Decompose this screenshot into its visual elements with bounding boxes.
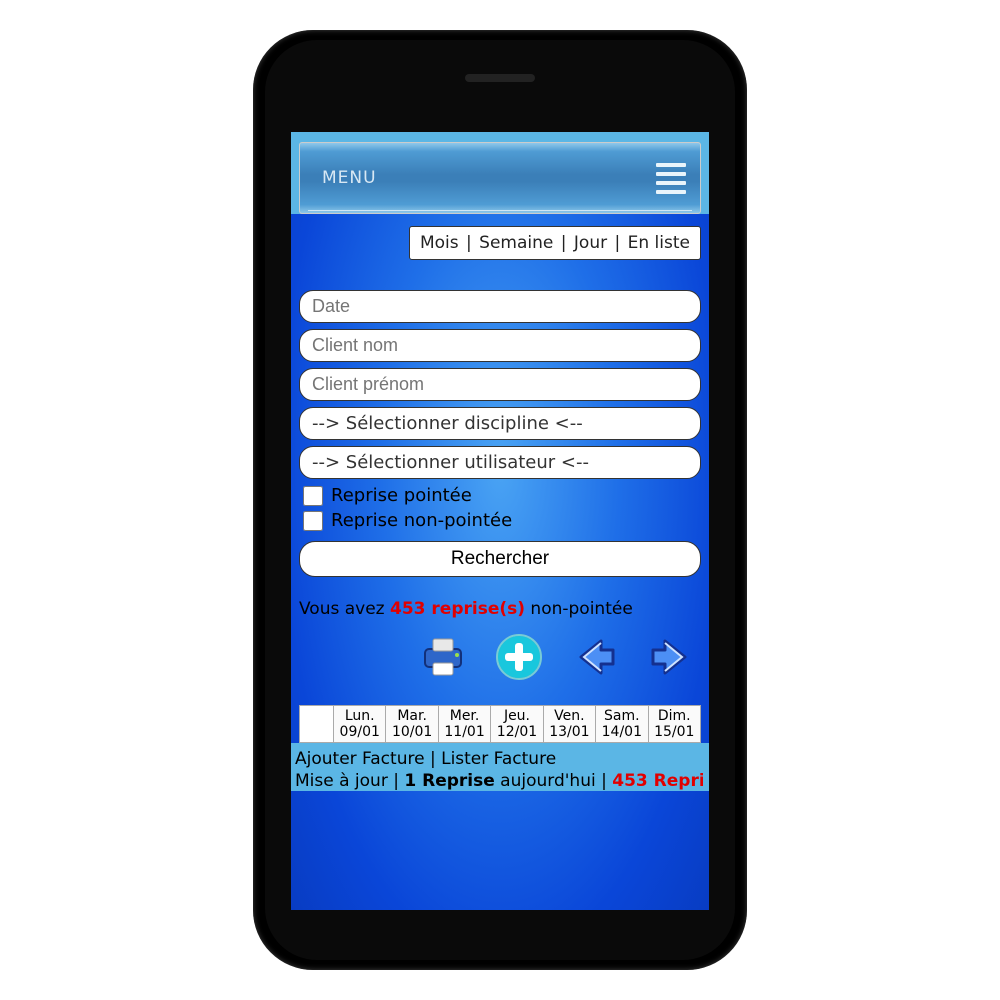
reprise-pointee-checkbox[interactable] <box>303 486 323 506</box>
count-reprise-text: 453 Reprise <box>612 771 703 791</box>
reprise-non-pointee-row[interactable]: Reprise non-pointée <box>303 510 701 531</box>
view-day[interactable]: Jour <box>574 233 607 253</box>
calendar-day-header[interactable]: Sam.14/01 <box>596 706 648 743</box>
date-input[interactable] <box>299 290 701 323</box>
status-prefix: Vous avez <box>299 599 390 619</box>
aujourdhui-text: aujourd'hui <box>495 771 596 791</box>
calendar-day-header[interactable]: Mer.11/01 <box>438 706 490 743</box>
separator: | <box>388 771 405 791</box>
status-suffix: non-pointée <box>525 599 633 619</box>
search-form: --> Sélectionner discipline <-- --> Séle… <box>299 286 701 577</box>
add-icon[interactable] <box>495 633 543 681</box>
ajouter-facture-link[interactable]: Ajouter Facture <box>295 749 425 769</box>
screen: MENU Mois | Semaine | Jour | En liste --… <box>291 132 709 910</box>
action-icon-row <box>299 619 701 697</box>
separator: | <box>425 749 442 769</box>
hamburger-icon[interactable] <box>656 163 686 194</box>
calendar-day-header[interactable]: Mar.10/01 <box>386 706 438 743</box>
printer-icon[interactable] <box>419 633 467 681</box>
utilisateur-select[interactable]: --> Sélectionner utilisateur <-- <box>299 446 701 479</box>
reprise-pointee-label: Reprise pointée <box>331 485 472 506</box>
discipline-select[interactable]: --> Sélectionner discipline <-- <box>299 407 701 440</box>
client-prenom-input[interactable] <box>299 368 701 401</box>
reprise-pointee-row[interactable]: Reprise pointée <box>303 485 701 506</box>
separator: | <box>553 233 574 253</box>
app-header: MENU <box>299 142 701 214</box>
reprise-non-pointee-checkbox[interactable] <box>303 511 323 531</box>
separator: | <box>596 771 613 791</box>
menu-button[interactable]: MENU <box>300 168 377 188</box>
content-area: Mois | Semaine | Jour | En liste --> Sél… <box>291 214 709 910</box>
one-reprise-text: 1 Reprise <box>404 771 494 791</box>
calendar-day-header[interactable]: Jeu.12/01 <box>491 706 543 743</box>
lister-facture-link[interactable]: Lister Facture <box>441 749 556 769</box>
calendar-table: Lun.09/01 Mar.10/01 Mer.11/01 Jeu.12/01 … <box>299 705 701 743</box>
phone-speaker <box>465 74 535 82</box>
arrow-right-icon[interactable] <box>647 633 695 681</box>
calendar-blank-cell <box>300 706 334 743</box>
phone-frame: MENU Mois | Semaine | Jour | En liste --… <box>253 30 747 970</box>
header-divider <box>308 210 692 211</box>
calendar-day-header[interactable]: Lun.09/01 <box>334 706 386 743</box>
arrow-left-icon[interactable] <box>571 633 619 681</box>
reprise-non-pointee-label: Reprise non-pointée <box>331 510 512 531</box>
footer-strip: Ajouter Facture | Lister Facture Mise à … <box>291 743 709 791</box>
status-line: Vous avez 453 reprise(s) non-pointée <box>299 599 701 619</box>
client-nom-input[interactable] <box>299 329 701 362</box>
calendar-header-row: Lun.09/01 Mar.10/01 Mer.11/01 Jeu.12/01 … <box>300 706 701 743</box>
view-list[interactable]: En liste <box>628 233 690 253</box>
view-month[interactable]: Mois <box>420 233 459 253</box>
view-week[interactable]: Semaine <box>479 233 553 253</box>
mise-a-jour-link[interactable]: Mise à jour <box>295 771 388 791</box>
search-button[interactable]: Rechercher <box>299 541 701 577</box>
calendar-day-header[interactable]: Ven.13/01 <box>543 706 595 743</box>
separator: | <box>459 233 480 253</box>
calendar-day-header[interactable]: Dim.15/01 <box>648 706 700 743</box>
phone-bezel: MENU Mois | Semaine | Jour | En liste --… <box>265 40 735 960</box>
separator: | <box>607 233 628 253</box>
view-switch: Mois | Semaine | Jour | En liste <box>409 226 701 260</box>
status-count: 453 reprise(s) <box>390 599 525 619</box>
